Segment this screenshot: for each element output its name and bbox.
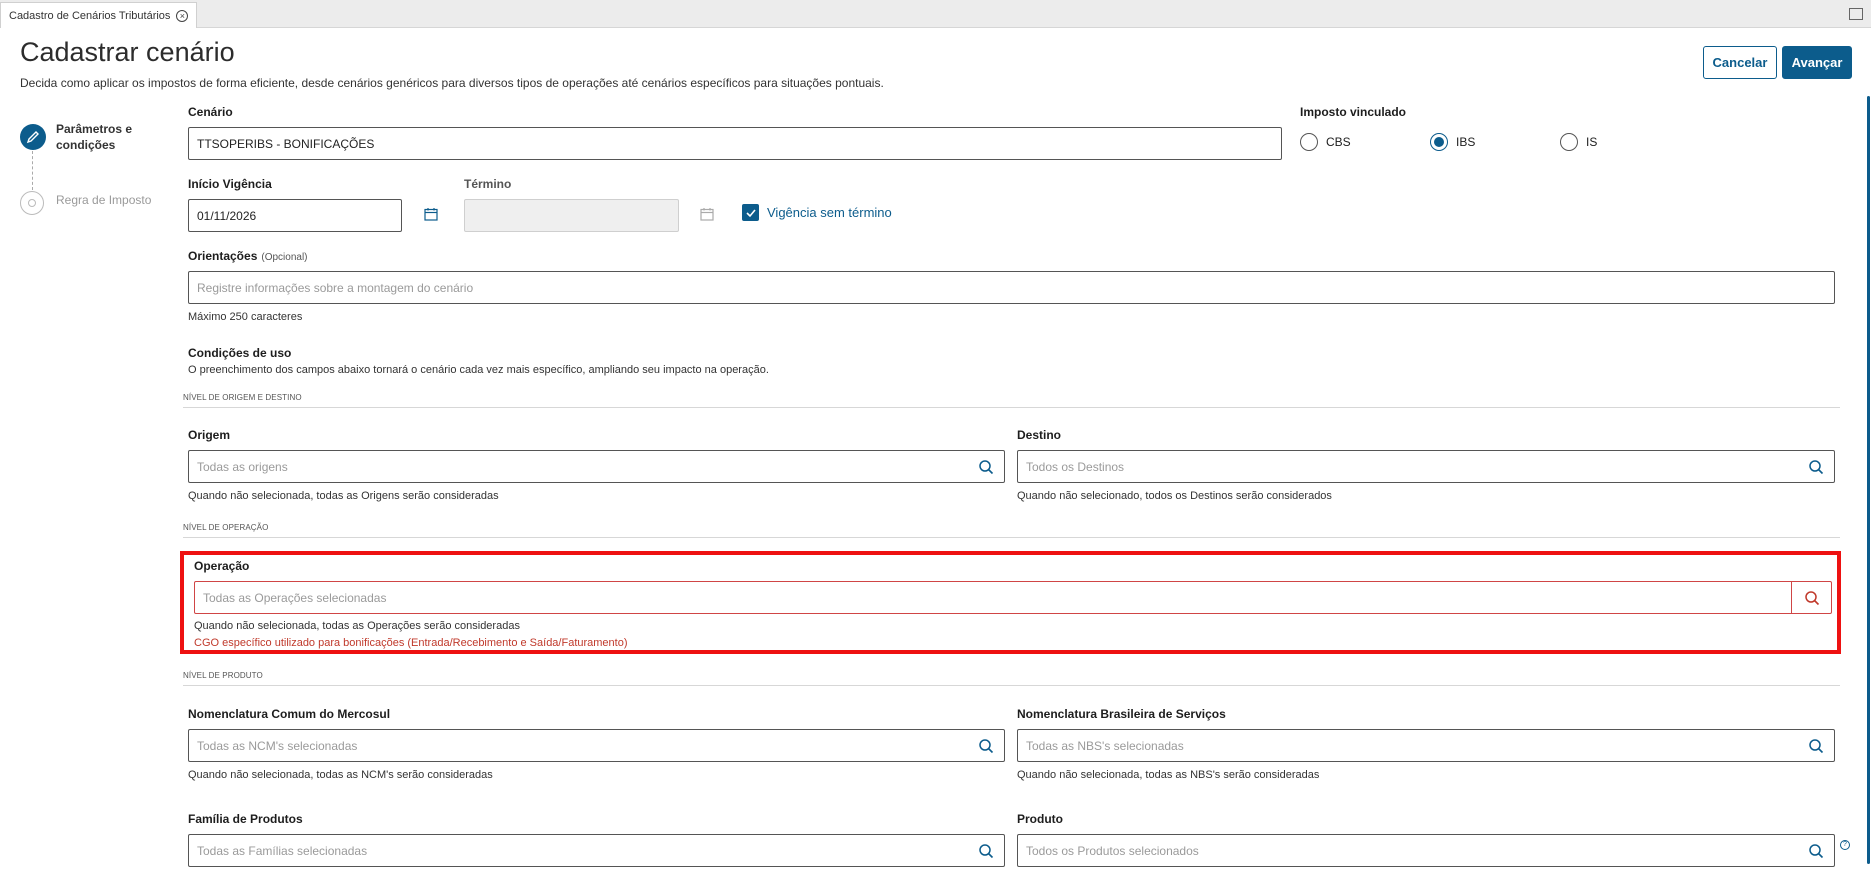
inicio-value: 01/11/2026 — [197, 208, 257, 223]
destino-input[interactable]: Todos os Destinos — [1017, 450, 1835, 483]
radio-circle — [1560, 133, 1578, 151]
step-label-parametros[interactable]: Parâmetros e condições — [56, 121, 146, 153]
destino-help: Quando não selecionado, todos os Destino… — [1017, 490, 1332, 502]
radio-cbs[interactable]: CBS — [1300, 133, 1351, 151]
step-pending-indicator — [20, 191, 44, 215]
destino-placeholder: Todos os Destinos — [1026, 459, 1125, 474]
ncm-help: Quando não selecionada, todas as NCM's s… — [188, 769, 493, 781]
pencil-icon — [26, 131, 39, 144]
page-subtitle: Decida como aplicar os impostos de forma… — [20, 76, 884, 90]
close-icon[interactable]: × — [176, 9, 189, 22]
tab-cadastro-cenarios[interactable]: Cadastro de Cenários Tributários × — [0, 2, 198, 28]
search-icon[interactable] — [978, 843, 994, 859]
divider — [183, 685, 1840, 686]
step-label-regra[interactable]: Regra de Imposto — [56, 193, 151, 207]
radio-circle-selected — [1430, 133, 1448, 151]
sem-termino-label: Vigência sem término — [767, 205, 892, 220]
sem-termino-checkbox[interactable]: Vigência sem término — [742, 204, 892, 221]
help-icon[interactable]: ? — [1840, 840, 1850, 850]
operacao-input[interactable]: Todas as Operações selecionadas — [194, 581, 1832, 614]
nbs-help: Quando não selecionada, todas as NBS's s… — [1017, 769, 1320, 781]
produto-placeholder: Todos os Produtos selecionados — [1026, 843, 1199, 858]
familia-placeholder: Todas as Famílias selecionadas — [197, 843, 368, 858]
inicio-input[interactable]: 01/11/2026 — [188, 199, 402, 232]
nbs-label: Nomenclatura Brasileira de Serviços — [1017, 707, 1226, 721]
search-icon[interactable] — [1808, 843, 1824, 859]
destino-label: Destino — [1017, 428, 1062, 442]
radio-ibs[interactable]: IBS — [1430, 133, 1475, 151]
checkmark-icon — [742, 204, 759, 221]
radio-circle — [1300, 133, 1318, 151]
orientacoes-label: Orientações (Opcional) — [188, 249, 308, 263]
origem-placeholder: Todas as origens — [197, 459, 288, 474]
origem-label: Origem — [188, 428, 231, 442]
tab-label: Cadastro de Cenários Tributários — [9, 9, 171, 22]
condicoes-title: Condições de uso — [188, 346, 292, 360]
produto-input[interactable]: Todos os Produtos selecionados — [1017, 834, 1835, 867]
circle-icon — [28, 199, 36, 207]
next-button[interactable]: Avançar — [1782, 46, 1852, 79]
termino-label: Término — [464, 177, 512, 191]
search-icon[interactable] — [1808, 459, 1824, 475]
radio-cbs-label: CBS — [1326, 135, 1351, 149]
step-connector — [32, 151, 33, 190]
section-origem-destino: NÍVEL DE ORIGEM E DESTINO — [183, 393, 302, 402]
familia-label: Família de Produtos — [188, 812, 303, 826]
orientacoes-help: Máximo 250 caracteres — [188, 311, 303, 323]
search-icon[interactable] — [978, 459, 994, 475]
scrollbar[interactable] — [1867, 96, 1870, 864]
nbs-input[interactable]: Todas as NBS's selecionadas — [1017, 729, 1835, 762]
ncm-placeholder: Todas as NCM's selecionadas — [197, 738, 358, 753]
operacao-label: Operação — [194, 559, 250, 573]
operacao-placeholder: Todas as Operações selecionadas — [203, 590, 387, 605]
operacao-search-button[interactable] — [1791, 582, 1831, 613]
termino-input — [464, 199, 679, 232]
radio-ibs-label: IBS — [1456, 135, 1476, 149]
operacao-help: Quando não selecionada, todas as Operaçõ… — [194, 620, 520, 632]
section-produto: NÍVEL DE PRODUTO — [183, 671, 263, 680]
ncm-input[interactable]: Todas as NCM's selecionadas — [188, 729, 1005, 762]
page-title: Cadastrar cenário — [20, 37, 235, 67]
step-active-indicator — [20, 124, 46, 150]
origem-help: Quando não selecionada, todas as Origens… — [188, 490, 499, 502]
section-operacao: NÍVEL DE OPERAÇÃO — [183, 523, 269, 532]
ncm-label: Nomenclatura Comum do Mercosul — [188, 707, 391, 721]
cenario-label: Cenário — [188, 105, 233, 119]
cancel-button[interactable]: Cancelar — [1703, 46, 1777, 79]
origem-input[interactable]: Todas as origens — [188, 450, 1005, 483]
orientacoes-input[interactable]: Registre informações sobre a montagem do… — [188, 271, 1835, 304]
inicio-label: Início Vigência — [188, 177, 272, 191]
familia-input[interactable]: Todas as Famílias selecionadas — [188, 834, 1005, 867]
cenario-input[interactable]: TTSOPERIBS - BONIFICAÇÕES — [188, 127, 1282, 160]
orientacoes-placeholder: Registre informações sobre a montagem do… — [197, 280, 474, 295]
radio-is[interactable]: IS — [1560, 133, 1597, 151]
window-menu-icon[interactable] — [1849, 8, 1863, 20]
nbs-placeholder: Todas as NBS's selecionadas — [1026, 738, 1184, 753]
condicoes-description: O preenchimento dos campos abaixo tornar… — [188, 364, 769, 376]
search-icon — [1804, 590, 1819, 605]
produto-label: Produto — [1017, 812, 1063, 826]
calendar-icon[interactable] — [424, 207, 438, 221]
imposto-label: Imposto vinculado — [1300, 105, 1407, 119]
divider — [183, 407, 1840, 408]
optional-tag: (Opcional) — [261, 252, 308, 263]
cenario-value: TTSOPERIBS - BONIFICAÇÕES — [197, 136, 375, 151]
tab-bar: Cadastro de Cenários Tributários × — [0, 0, 1871, 28]
calendar-icon-disabled — [700, 208, 714, 221]
search-icon[interactable] — [1808, 738, 1824, 754]
divider — [183, 537, 1840, 538]
radio-is-label: IS — [1586, 135, 1598, 149]
operacao-error: CGO específico utilizado para bonificaçõ… — [194, 637, 628, 649]
search-icon[interactable] — [978, 738, 994, 754]
